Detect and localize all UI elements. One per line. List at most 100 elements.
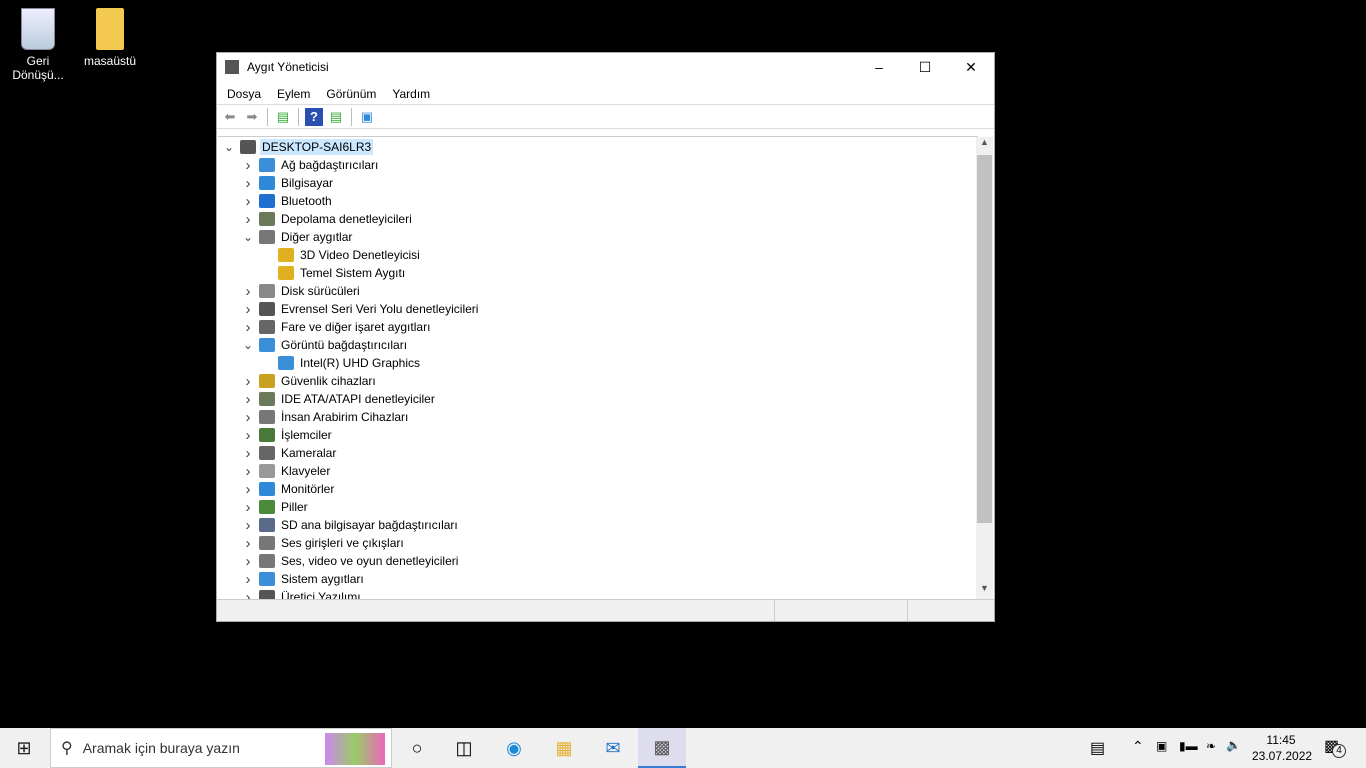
- scroll-up-icon[interactable]: ▲: [976, 137, 993, 153]
- keyboard-icon: [259, 464, 275, 478]
- chevron-down-icon[interactable]: ⌄: [222, 140, 236, 154]
- tree-item[interactable]: › Klavyeler: [218, 462, 332, 480]
- wifi-icon[interactable]: ❧: [1206, 739, 1216, 753]
- clock[interactable]: 11:45 23.07.2022: [1252, 732, 1312, 764]
- action-center-icon[interactable]: ▩ 4: [1324, 736, 1346, 758]
- chevron-right-icon[interactable]: ›: [241, 517, 255, 534]
- tree-item[interactable]: ⌄ Diğer aygıtlar: [218, 228, 354, 246]
- system-devices-icon: [259, 572, 275, 586]
- chevron-right-icon[interactable]: ›: [241, 391, 255, 408]
- maximize-button[interactable]: ☐: [902, 53, 948, 81]
- tree-item[interactable]: › Kameralar: [218, 444, 338, 462]
- chevron-right-icon[interactable]: ›: [241, 463, 255, 480]
- device-manager-icon: [225, 60, 239, 74]
- tree-item-label: Temel Sistem Aygıtı: [300, 266, 406, 280]
- tree-item-label: Klavyeler: [281, 464, 331, 478]
- chevron-right-icon[interactable]: ›: [241, 373, 255, 390]
- tree-item[interactable]: › Ses girişleri ve çıkışları: [218, 534, 406, 552]
- tree-item[interactable]: Intel(R) UHD Graphics: [218, 354, 422, 372]
- tree-item[interactable]: › Monitörler: [218, 480, 336, 498]
- news-widget-icon[interactable]: ▤: [1090, 738, 1105, 758]
- chevron-right-icon[interactable]: ›: [241, 535, 255, 552]
- tree-item[interactable]: › SD ana bilgisayar bağdaştırıcıları: [218, 516, 460, 534]
- start-button[interactable]: ⊞: [0, 728, 48, 768]
- scroll-thumb[interactable]: [977, 155, 992, 523]
- chevron-right-icon[interactable]: ›: [241, 211, 255, 228]
- tree-item-label: Ağ bağdaştırıcıları: [281, 158, 379, 172]
- chevron-right-icon[interactable]: ›: [241, 157, 255, 174]
- chevron-right-icon[interactable]: ›: [241, 193, 255, 210]
- chevron-right-icon[interactable]: ›: [241, 175, 255, 192]
- notification-badge: 4: [1332, 744, 1346, 758]
- desktop-icon-folder[interactable]: masaüstü: [74, 8, 146, 68]
- forward-icon[interactable]: ➡: [243, 108, 261, 126]
- chevron-right-icon[interactable]: ›: [241, 553, 255, 570]
- close-button[interactable]: ✕: [948, 53, 994, 81]
- device-manager-taskbar-icon[interactable]: ▩: [638, 728, 686, 768]
- tree-item[interactable]: › Disk sürücüleri: [218, 282, 362, 300]
- scan-hardware-icon[interactable]: ▣: [358, 108, 376, 126]
- chevron-right-icon[interactable]: ›: [241, 571, 255, 588]
- chevron-right-icon[interactable]: ›: [241, 319, 255, 336]
- chevron-down-icon[interactable]: ⌄: [241, 338, 255, 352]
- menu-gorunum[interactable]: Görünüm: [318, 87, 384, 101]
- volume-icon[interactable]: 🔈: [1226, 738, 1241, 752]
- back-icon[interactable]: ⬅: [221, 108, 239, 126]
- hid-icon: [259, 410, 275, 424]
- tree-item[interactable]: › Ses, video ve oyun denetleyicileri: [218, 552, 460, 570]
- tree-item[interactable]: › Güvenlik cihazları: [218, 372, 378, 390]
- vertical-scrollbar[interactable]: ▲ ▼: [976, 137, 993, 599]
- chevron-right-icon[interactable]: ›: [241, 301, 255, 318]
- tree-item[interactable]: › Depolama denetleyicileri: [218, 210, 414, 228]
- recycle-bin-icon: [21, 8, 55, 50]
- show-hide-console-tree-icon[interactable]: ▤: [274, 108, 292, 126]
- chevron-right-icon[interactable]: ›: [241, 409, 255, 426]
- computer-root-icon: [240, 140, 256, 154]
- search-placeholder: Aramak için buraya yazın: [82, 740, 240, 756]
- toolbar-divider: [298, 107, 299, 126]
- mail-icon[interactable]: ✉: [589, 728, 637, 768]
- tree-item[interactable]: ⌄ Görüntü bağdaştırıcıları: [218, 336, 409, 354]
- minimize-button[interactable]: –: [856, 53, 902, 81]
- search-box[interactable]: ⚲ Aramak için buraya yazın: [50, 728, 392, 768]
- tree-item[interactable]: › Fare ve diğer işaret aygıtları: [218, 318, 432, 336]
- toolbar-divider: [351, 107, 352, 126]
- tree-item[interactable]: 3D Video Denetleyicisi: [218, 246, 422, 264]
- desktop-icon-recycle-bin[interactable]: Geri Dönüşü...: [2, 8, 74, 82]
- tree-item-label: Görüntü bağdaştırıcıları: [281, 338, 408, 352]
- chevron-right-icon[interactable]: ›: [241, 499, 255, 516]
- chevron-right-icon[interactable]: ›: [241, 427, 255, 444]
- chevron-right-icon[interactable]: ›: [241, 481, 255, 498]
- tree-item[interactable]: › İnsan Arabirim Cihazları: [218, 408, 410, 426]
- tree-item[interactable]: › IDE ATA/ATAPI denetleyiciler: [218, 390, 437, 408]
- tree-item[interactable]: › Evrensel Seri Veri Yolu denetleyicileri: [218, 300, 480, 318]
- file-explorer-icon[interactable]: ▦: [540, 728, 588, 768]
- tree-item-label: İşlemciler: [281, 428, 332, 442]
- tree-item[interactable]: Temel Sistem Aygıtı: [218, 264, 407, 282]
- tree-item[interactable]: › Sistem aygıtları: [218, 570, 366, 588]
- camera-in-use-icon[interactable]: ▣: [1156, 739, 1167, 753]
- help-icon[interactable]: ?: [305, 107, 323, 126]
- tree-item[interactable]: › Ağ bağdaştırıcıları: [218, 156, 380, 174]
- tree-item[interactable]: › Bilgisayar: [218, 174, 335, 192]
- tree-item[interactable]: › Bluetooth: [218, 192, 334, 210]
- chevron-right-icon[interactable]: ›: [241, 283, 255, 300]
- menu-eylem[interactable]: Eylem: [269, 87, 318, 101]
- clock-time: 11:45: [1266, 733, 1296, 747]
- scroll-down-icon[interactable]: ▼: [976, 583, 993, 599]
- cortana-icon[interactable]: ○: [393, 728, 441, 768]
- battery-icon[interactable]: ▮▬: [1179, 739, 1198, 753]
- task-view-icon[interactable]: ◫: [440, 728, 488, 768]
- tree-item-label: Intel(R) UHD Graphics: [300, 356, 421, 370]
- chevron-right-icon[interactable]: ›: [241, 445, 255, 462]
- edge-icon[interactable]: ◉: [490, 728, 538, 768]
- show-hidden-icons-icon[interactable]: ⌃: [1132, 738, 1144, 755]
- action-pane-icon[interactable]: ▤: [327, 108, 345, 126]
- chevron-down-icon[interactable]: ⌄: [241, 230, 255, 244]
- tree-item[interactable]: ⌄ DESKTOP-SAI6LR3: [218, 138, 374, 156]
- search-icon: ⚲: [61, 740, 73, 757]
- menu-dosya[interactable]: Dosya: [219, 87, 269, 101]
- tree-item[interactable]: › Piller: [218, 498, 310, 516]
- menu-yardim[interactable]: Yardım: [384, 87, 438, 101]
- tree-item[interactable]: › İşlemciler: [218, 426, 334, 444]
